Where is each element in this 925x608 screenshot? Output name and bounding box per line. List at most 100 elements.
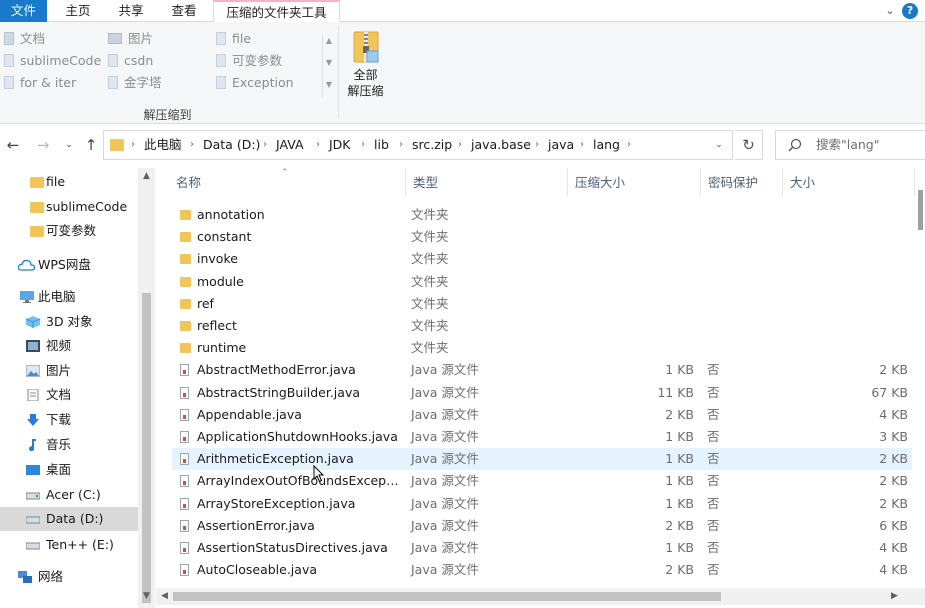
gallery-item[interactable]: file	[216, 29, 251, 49]
file-name: ApplicationShutdownHooks.java	[197, 429, 398, 444]
scrollbar-thumb[interactable]	[142, 293, 151, 603]
nav-item-drive-c[interactable]: Acer (C:)	[0, 483, 138, 507]
table-row[interactable]: ApplicationShutdownHooks.java Java 源文件 1 K…	[172, 426, 912, 448]
table-row[interactable]: AbstractMethodError.java Java 源文件 1 KB 否 2 K…	[172, 359, 912, 381]
table-row[interactable]: constant 文件夹	[172, 226, 912, 248]
breadcrumb-item[interactable]: JAVA	[276, 131, 304, 159]
chevron-right-icon[interactable]: ›	[399, 131, 403, 159]
gallery-item[interactable]: 文档	[4, 29, 45, 49]
up-button[interactable]: ↑	[82, 136, 100, 154]
recent-locations-button[interactable]: ⌄	[60, 136, 78, 154]
column-header-size[interactable]: 大小	[783, 168, 915, 196]
nav-item-3d-objects[interactable]: 3D 对象	[0, 310, 138, 334]
table-row[interactable]: annotation 文件夹	[172, 204, 912, 226]
breadcrumb-item[interactable]: JDK	[329, 131, 351, 159]
column-header-compressed-size[interactable]: 压缩大小	[568, 168, 701, 196]
chevron-up-icon[interactable]: ▲	[138, 168, 155, 185]
nav-item-this-pc[interactable]: 此电脑	[0, 285, 138, 309]
gallery-item[interactable]: Exception	[216, 73, 294, 93]
chevron-right-icon[interactable]: ▶	[886, 588, 903, 605]
search-input[interactable]: 搜索"lang"	[816, 131, 880, 159]
gallery-item[interactable]: sublimeCode	[4, 51, 101, 71]
gallery-item[interactable]: 金字塔	[108, 73, 162, 93]
breadcrumb-item[interactable]: java	[548, 131, 574, 159]
breadcrumb-item[interactable]: src.zip	[412, 131, 452, 159]
chevron-right-icon[interactable]: ›	[316, 131, 320, 159]
chevron-right-icon[interactable]: ›	[131, 131, 135, 159]
file-list-vertical-scrollbar[interactable]	[917, 168, 925, 588]
tab-view[interactable]: 查看	[158, 0, 210, 22]
chevron-right-icon[interactable]: ›	[535, 131, 539, 159]
chevron-right-icon[interactable]: ›	[458, 131, 462, 159]
breadcrumb-item[interactable]: Data (D:)	[203, 131, 260, 159]
chevron-right-icon[interactable]: ›	[190, 131, 194, 159]
file-list-horizontal-scrollbar[interactable]: ◀ ▶	[156, 588, 925, 605]
column-header-type[interactable]: 类型	[406, 168, 568, 196]
gallery-scrollbar[interactable]: ▲ ▼ ▼	[322, 35, 334, 97]
search-box[interactable]: 搜索"lang"	[775, 130, 925, 160]
help-icon[interactable]: ?	[902, 3, 918, 19]
table-row[interactable]: ArrayIndexOutOfBoundsExcepti... Java 源文件 1…	[172, 470, 912, 492]
password-protected: 否	[707, 429, 720, 444]
nav-item-wps-cloud[interactable]: WPS网盘	[0, 253, 138, 277]
gallery-expand-icon[interactable]: ▼	[323, 79, 335, 91]
breadcrumb-item[interactable]: java.base	[471, 131, 531, 159]
tab-file[interactable]: 文件	[0, 0, 47, 22]
table-row[interactable]: ArithmeticException.java Java 源文件 1 KB 否 2 K…	[172, 448, 912, 471]
table-row[interactable]: Appendable.java Java 源文件 2 KB 否 4 KB	[172, 404, 912, 426]
breadcrumb-item[interactable]: lib	[374, 131, 389, 159]
gallery-item[interactable]: 可变参数	[216, 51, 282, 71]
scrollbar-thumb[interactable]	[173, 592, 721, 601]
scrollbar-thumb[interactable]	[918, 190, 923, 230]
table-row[interactable]: ArrayStoreException.java Java 源文件 1 KB 否 2 K…	[172, 493, 912, 515]
table-row[interactable]: AssertionStatusDirectives.java Java 源文件 1 …	[172, 537, 912, 559]
gallery-item[interactable]: for & iter	[4, 73, 76, 93]
nav-item-videos[interactable]: 视频	[0, 334, 138, 358]
extract-all-button[interactable]: 全部 解压缩	[343, 27, 388, 99]
breadcrumb-item[interactable]: lang	[593, 131, 620, 159]
chevron-down-icon[interactable]: ▼	[323, 57, 335, 69]
nav-item-downloads[interactable]: 下载	[0, 408, 138, 432]
navigation-pane-scrollbar[interactable]: ▲ ▼	[138, 168, 155, 608]
nav-item-file[interactable]: file	[0, 170, 138, 194]
address-bar[interactable]: › 此电脑 › Data (D:) › JAVA › JDK › lib › s…	[103, 130, 733, 160]
tab-compressed-folder-tools[interactable]: 压缩的文件夹工具	[213, 0, 340, 23]
column-header-password[interactable]: 密码保护	[701, 168, 783, 196]
table-row[interactable]: runtime 文件夹	[172, 337, 912, 359]
back-button[interactable]: ←	[4, 136, 22, 154]
gallery-item[interactable]: 图片	[108, 29, 153, 49]
nav-item-pictures[interactable]: 图片	[0, 359, 138, 383]
chevron-up-icon[interactable]: ▲	[323, 35, 335, 47]
refresh-button[interactable]: ↻	[735, 130, 763, 160]
chevron-down-icon[interactable]: ⌄	[709, 131, 729, 159]
gallery-item[interactable]: csdn	[108, 51, 153, 71]
table-row[interactable]: reflect 文件夹	[172, 315, 912, 337]
chevron-right-icon[interactable]: ›	[361, 131, 365, 159]
table-row[interactable]: AssertionError.java Java 源文件 2 KB 否 6 KB	[172, 515, 912, 537]
nav-item-network[interactable]: 网络	[0, 565, 138, 589]
chevron-down-icon[interactable]: ▼	[138, 588, 155, 605]
tab-share[interactable]: 共享	[106, 0, 156, 22]
file-type: Java 源文件	[411, 473, 479, 489]
breadcrumb-item[interactable]: 此电脑	[144, 131, 182, 159]
forward-button[interactable]: →	[34, 136, 52, 154]
chevron-left-icon[interactable]: ◀	[156, 588, 173, 605]
nav-item-drive-d[interactable]: Data (D:)	[0, 507, 138, 531]
nav-item-desktop[interactable]: 桌面	[0, 458, 138, 482]
table-row[interactable]: AbstractStringBuilder.java Java 源文件 11 KB 否…	[172, 382, 912, 404]
tab-home[interactable]: 主页	[52, 0, 104, 22]
file-type: Java 源文件	[411, 384, 479, 400]
nav-item-sublimecode[interactable]: sublimeCode	[0, 195, 138, 219]
table-row[interactable]: module 文件夹	[172, 271, 912, 293]
table-row[interactable]: invoke 文件夹	[172, 248, 912, 270]
nav-item-varargs[interactable]: 可变参数	[0, 219, 138, 243]
nav-item-documents[interactable]: 文档	[0, 383, 138, 407]
table-row[interactable]: ref 文件夹	[172, 293, 912, 315]
chevron-right-icon[interactable]: ›	[263, 131, 267, 159]
table-row[interactable]: AutoCloseable.java Java 源文件 2 KB 否 4 KB	[172, 559, 912, 581]
chevron-down-icon[interactable]: ⌄	[880, 2, 900, 20]
chevron-right-icon[interactable]: ›	[627, 131, 631, 159]
nav-item-drive-e[interactable]: Ten++ (E:)	[0, 533, 138, 557]
chevron-right-icon[interactable]: ›	[580, 131, 584, 159]
nav-item-music[interactable]: 音乐	[0, 433, 138, 457]
